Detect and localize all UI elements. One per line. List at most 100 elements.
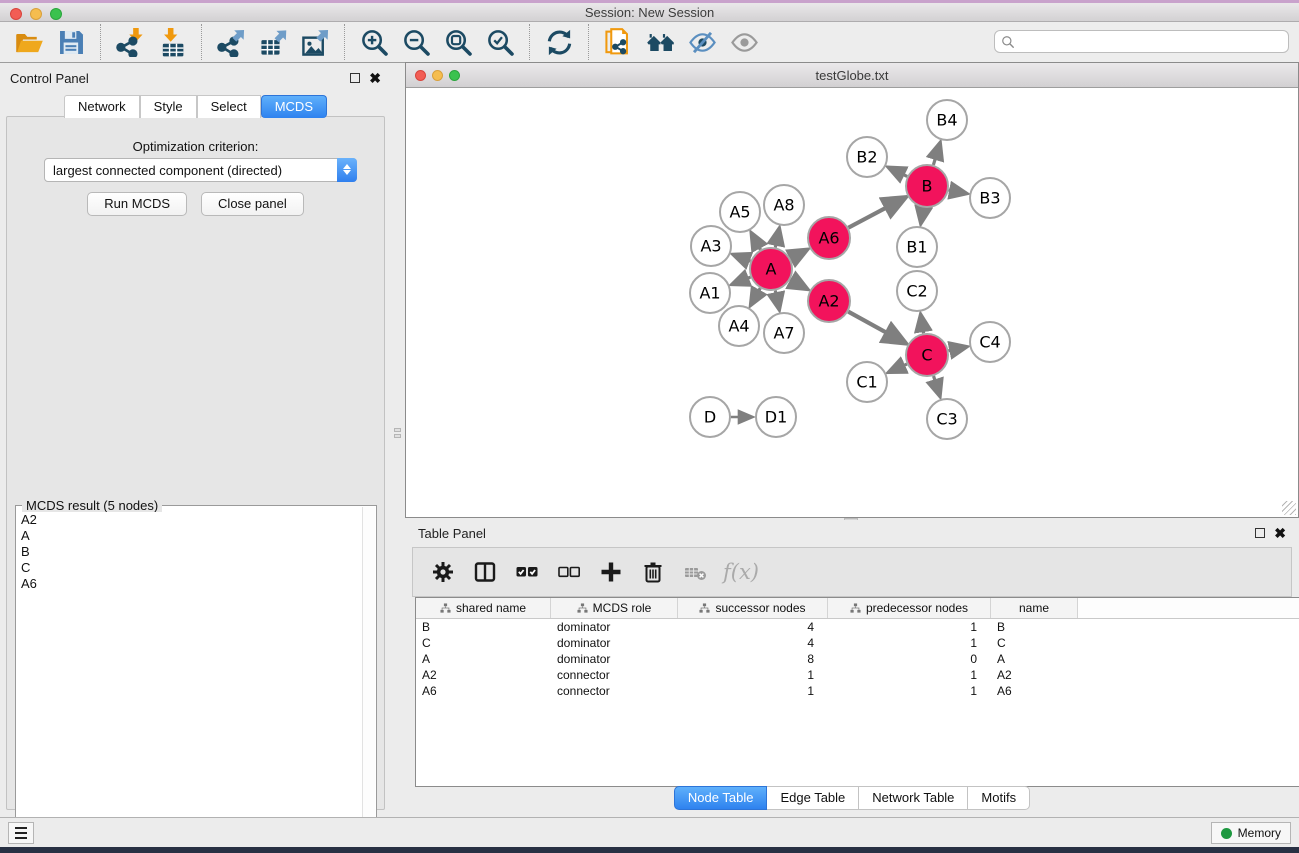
delete-table-icon[interactable] <box>677 553 713 591</box>
control-tab-style[interactable]: Style <box>140 95 197 118</box>
table-cell[interactable]: dominator <box>551 620 678 634</box>
table-tab-node-table[interactable]: Node Table <box>674 786 768 810</box>
close-table-panel-icon[interactable]: ✖ <box>1274 528 1286 538</box>
table-cell[interactable]: B <box>991 620 1078 634</box>
graph-node-B[interactable]: B <box>906 165 948 207</box>
column-header-shared-name[interactable]: shared name <box>416 598 551 618</box>
search-box[interactable] <box>994 30 1289 53</box>
table-row-C[interactable]: Cdominator41C <box>416 635 1299 651</box>
function-builder-icon[interactable]: f(x) <box>719 560 759 584</box>
table-row-A6[interactable]: A6connector11A6 <box>416 683 1299 699</box>
graph-edge-A-A4[interactable] <box>751 288 760 305</box>
graph-edge-B-B4[interactable] <box>933 143 940 165</box>
export-table-icon[interactable] <box>252 25 294 59</box>
mcds-result-item[interactable]: B <box>21 544 363 560</box>
result-scrollbar[interactable] <box>362 507 375 844</box>
graph-node-A1[interactable]: A1 <box>690 273 730 313</box>
graph-node-A2[interactable]: A2 <box>808 280 850 322</box>
graph-edge-C-C1[interactable] <box>889 364 907 372</box>
close-panel-button[interactable]: Close panel <box>201 192 304 216</box>
graph-node-C3[interactable]: C3 <box>927 399 967 439</box>
show-tasks-button[interactable] <box>8 822 34 844</box>
column-header-MCDS-role[interactable]: MCDS role <box>551 598 678 618</box>
table-cell[interactable]: 1 <box>828 684 991 698</box>
home-icon[interactable] <box>639 25 681 59</box>
table-cell[interactable]: A <box>416 652 551 666</box>
export-network-icon[interactable] <box>210 25 252 59</box>
graph-node-A7[interactable]: A7 <box>764 313 804 353</box>
open-session-icon[interactable] <box>8 25 50 59</box>
table-cell[interactable]: A6 <box>991 684 1078 698</box>
graph-node-D1[interactable]: D1 <box>756 397 796 437</box>
graph-edge-A-A6[interactable] <box>790 250 807 259</box>
column-view-icon[interactable] <box>467 553 503 591</box>
control-tab-select[interactable]: Select <box>197 95 261 118</box>
table-cell[interactable]: A2 <box>416 668 551 682</box>
mcds-result-item[interactable]: A6 <box>21 576 363 592</box>
criterion-dropdown[interactable]: largest connected component (directed) <box>44 158 357 182</box>
save-session-icon[interactable] <box>50 25 92 59</box>
table-cell[interactable]: 1 <box>828 620 991 634</box>
hide-graphics-details-icon[interactable] <box>681 25 723 59</box>
vertical-splitter[interactable] <box>391 63 405 847</box>
import-network-icon[interactable] <box>109 25 151 59</box>
zoom-in-icon[interactable] <box>353 25 395 59</box>
table-cell[interactable]: A <box>991 652 1078 666</box>
delete-columns-icon[interactable] <box>635 553 671 591</box>
network-minimize-button[interactable] <box>432 70 443 81</box>
graph-edge-B-B2[interactable] <box>889 167 908 176</box>
table-cell[interactable]: C <box>416 636 551 650</box>
table-cell[interactable]: 4 <box>678 636 828 650</box>
graph-edge-C-C4[interactable] <box>949 347 967 351</box>
table-cell[interactable]: dominator <box>551 636 678 650</box>
export-image-icon[interactable] <box>294 25 336 59</box>
close-window-button[interactable] <box>10 8 22 20</box>
search-input[interactable] <box>1020 35 1282 49</box>
column-header-name[interactable]: name <box>991 598 1078 618</box>
unselect-all-columns-icon[interactable] <box>551 553 587 591</box>
table-cell[interactable]: dominator <box>551 652 678 666</box>
graph-node-A6[interactable]: A6 <box>808 217 850 259</box>
table-cell[interactable]: connector <box>551 668 678 682</box>
apply-layout-icon[interactable] <box>538 25 580 59</box>
table-cell[interactable]: A6 <box>416 684 551 698</box>
new-network-from-file-icon[interactable] <box>597 25 639 59</box>
mcds-result-list[interactable]: A2ABCA6 <box>17 512 363 842</box>
graph-node-B2[interactable]: B2 <box>847 137 887 177</box>
mcds-result-item[interactable]: C <box>21 560 363 576</box>
mcds-result-item[interactable]: A <box>21 528 363 544</box>
table-cell[interactable]: 1 <box>678 668 828 682</box>
graph-edge-A2-C[interactable] <box>848 312 905 343</box>
table-cell[interactable]: 1 <box>828 668 991 682</box>
close-panel-icon[interactable]: ✖ <box>369 73 381 83</box>
table-cell[interactable]: connector <box>551 684 678 698</box>
graph-node-A8[interactable]: A8 <box>764 185 804 225</box>
graph-edge-B-B1[interactable] <box>921 208 924 224</box>
table-tab-motifs[interactable]: Motifs <box>968 786 1030 810</box>
table-cell[interactable]: A2 <box>991 668 1078 682</box>
graph-edge-A6-B[interactable] <box>848 198 904 228</box>
graph-edge-A-A7[interactable] <box>775 291 779 310</box>
graph-node-B1[interactable]: B1 <box>897 227 937 267</box>
graph-edge-C-C2[interactable] <box>921 315 924 334</box>
graph-node-D[interactable]: D <box>690 397 730 437</box>
table-cell[interactable]: 0 <box>828 652 991 666</box>
zoom-window-button[interactable] <box>50 8 62 20</box>
minimize-window-button[interactable] <box>30 8 42 20</box>
graph-node-C[interactable]: C <box>906 334 948 376</box>
graph-edge-B-B3[interactable] <box>949 190 967 193</box>
table-cell[interactable]: B <box>416 620 551 634</box>
control-tab-mcds[interactable]: MCDS <box>261 95 327 118</box>
table-row-A2[interactable]: A2connector11A2 <box>416 667 1299 683</box>
table-cell[interactable]: 1 <box>828 636 991 650</box>
graph-node-A[interactable]: A <box>750 248 792 290</box>
table-tab-network-table[interactable]: Network Table <box>859 786 968 810</box>
network-close-button[interactable] <box>415 70 426 81</box>
table-row-A[interactable]: Adominator80A <box>416 651 1299 667</box>
column-header-successor-nodes[interactable]: successor nodes <box>678 598 828 618</box>
graph-edge-C-C3[interactable] <box>934 376 940 396</box>
table-row-B[interactable]: Bdominator41B <box>416 619 1299 635</box>
window-resize-grip[interactable] <box>1282 501 1296 515</box>
show-graphics-details-icon[interactable] <box>723 25 765 59</box>
graph-edge-A-A8[interactable] <box>775 229 779 248</box>
